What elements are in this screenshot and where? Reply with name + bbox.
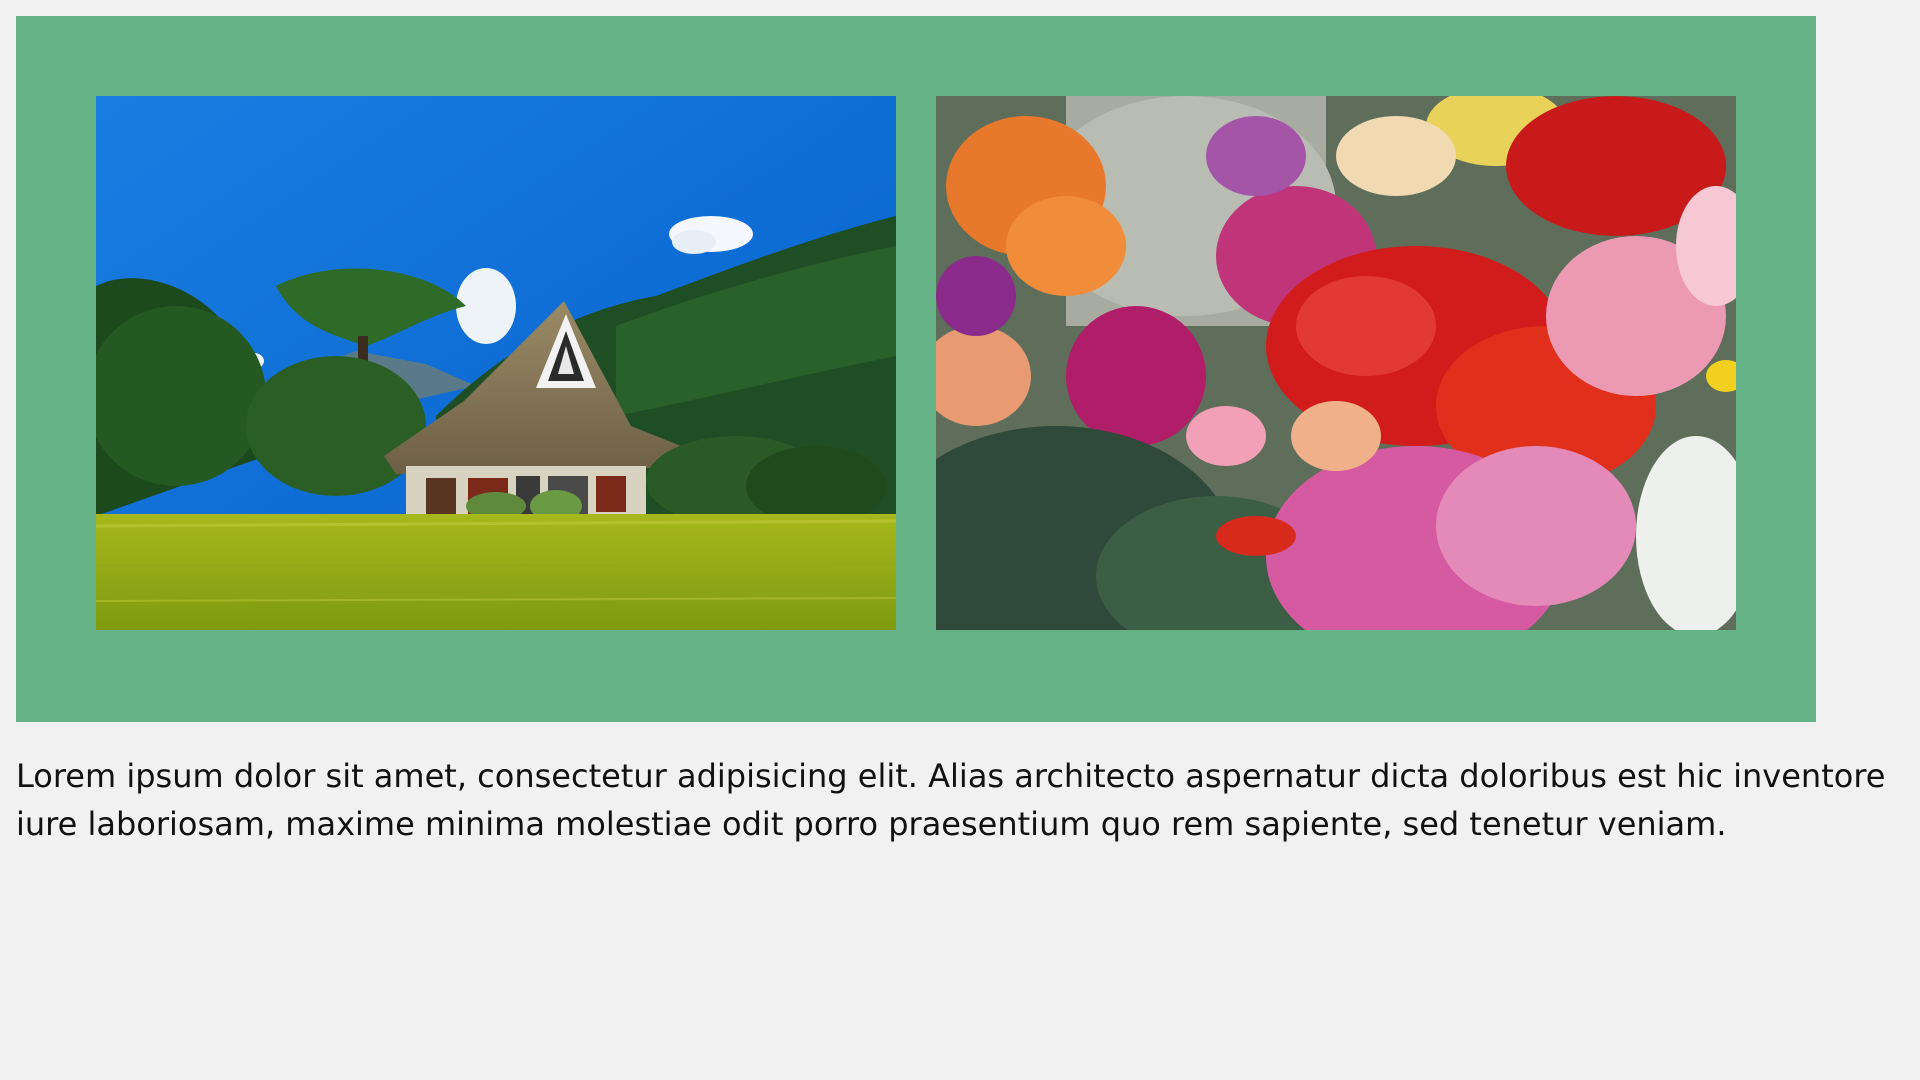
flowers-photo-icon xyxy=(936,96,1736,630)
landscape-photo-icon xyxy=(96,96,896,630)
farmhouse-landscape-image xyxy=(96,96,896,630)
flower-bed-image xyxy=(936,96,1736,630)
page: Lorem ipsum dolor sit amet, consectetur … xyxy=(0,0,1920,1080)
lorem-paragraph: Lorem ipsum dolor sit amet, consectetur … xyxy=(16,757,1886,843)
image-gallery xyxy=(16,16,1816,722)
